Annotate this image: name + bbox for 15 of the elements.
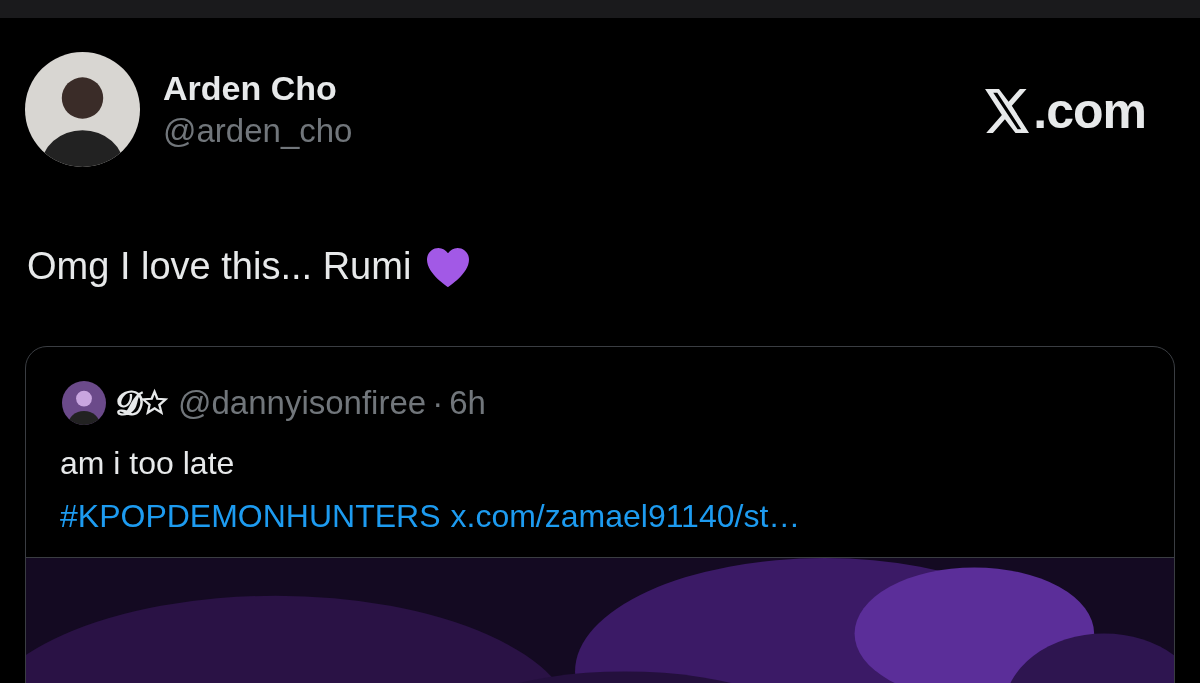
author-handle[interactable]: @arden_cho — [163, 112, 963, 150]
tweet-text: Omg I love this... Rumi — [27, 245, 412, 288]
quoted-tweet-text: am i too late — [59, 444, 236, 482]
hashtag-link[interactable]: #KPOPDEMONHUNTERS — [60, 498, 441, 535]
quoted-tweet-card[interactable]: 𝓓☆ @dannyisonfiree · 6h am i too late #KPOPDEMONHUNTERS x.com/zamael91140/st… — [25, 346, 1175, 683]
timestamp: 6h — [449, 384, 486, 422]
separator-dot: · — [432, 384, 444, 422]
brand-text: .com — [1033, 82, 1146, 140]
quoted-author-handle: @dannyisonfiree — [178, 384, 427, 422]
heart-icon — [425, 245, 472, 288]
url-link[interactable]: x.com/zamael91140/st… — [450, 498, 801, 535]
author-name[interactable]: Arden Cho — [163, 69, 963, 108]
x-logo-icon — [985, 89, 1032, 133]
avatar — [62, 381, 106, 425]
quoted-author-name: 𝓓☆ — [116, 383, 168, 423]
